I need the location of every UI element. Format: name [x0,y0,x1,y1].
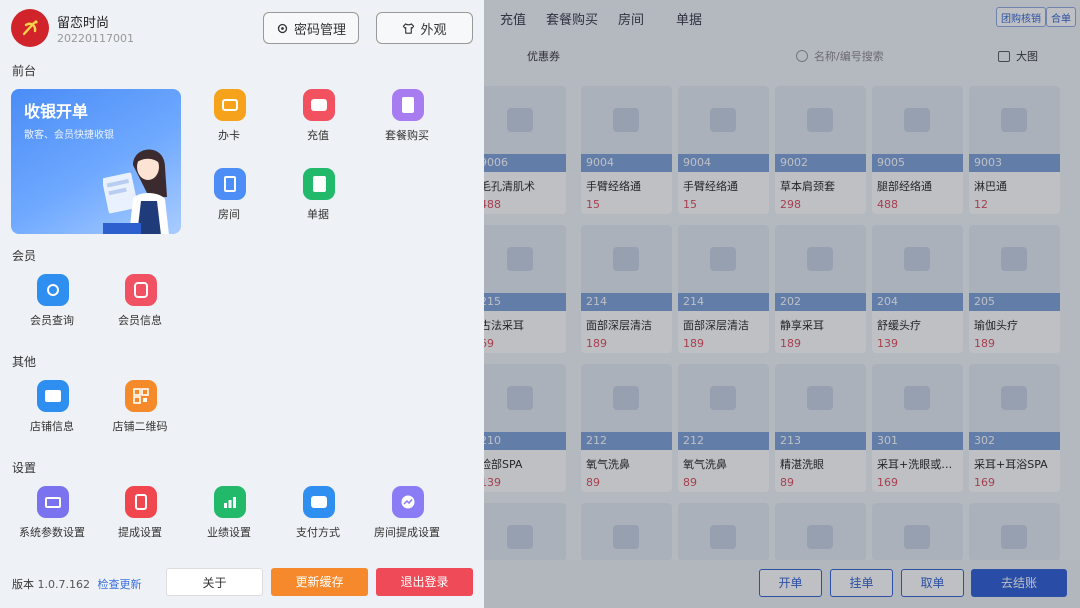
tile-member-info[interactable]: 会员信息 [95,274,185,344]
tile-label: 办卡 [218,129,240,142]
qrcode-glyph [133,388,149,404]
tile-recharge[interactable]: 充值 [273,89,363,159]
appearance-button[interactable]: 外观 [376,12,473,44]
bar-chart-glyph [224,497,236,508]
tile-commission-settings[interactable]: 提成设置 [95,486,185,556]
tile-package-purchase[interactable]: 套餐购买 [362,89,452,159]
section-title-member: 会员 [12,249,37,263]
cashier-subtitle: 散客、会员快捷收银 [24,130,114,141]
tile-label: 店铺信息 [30,420,74,433]
shop-id: 20220117001 [57,32,134,45]
version-info: 版本 1.0.7.162 检查更新 [12,576,141,592]
tile-label: 套餐购买 [385,129,429,142]
member-badge-icon [125,274,157,306]
appearance-label: 外观 [420,22,447,38]
drawer-header: 留恋时尚 20220117001 密码管理 外观 [0,0,484,56]
commission-icon [125,486,157,518]
tile-label: 店铺二维码 [112,420,168,433]
tile-shop-qrcode[interactable]: 店铺二维码 [95,380,185,450]
shop-logo [11,9,49,47]
trend-icon [392,486,424,518]
cashier-card[interactable]: 收银开单 散客、会员快捷收银 [11,89,181,234]
package-icon [392,89,424,121]
cashier-title: 收银开单 [24,102,89,121]
version-label: 版本 [12,578,34,591]
section-title-other: 其他 [12,355,37,369]
member-search-icon [37,274,69,306]
trend-glyph [401,495,415,509]
tile-label: 房间提成设置 [374,526,440,539]
section-title-front: 前台 [12,64,37,78]
tile-open-card[interactable]: 办卡 [184,89,274,159]
tile-room-commission-settings[interactable]: 房间提成设置 [362,486,452,556]
tile-member-search[interactable]: 会员查询 [7,274,97,344]
tile-bills[interactable]: 单据 [273,168,363,238]
building-icon [214,168,246,200]
tile-label: 提成设置 [118,526,162,539]
about-button[interactable]: 关于 [166,568,263,596]
tile-shop-info[interactable]: 店铺信息 [7,380,97,450]
tile-label: 业绩设置 [207,526,251,539]
side-drawer: 留恋时尚 20220117001 密码管理 外观 前台 收银开单 散客、会员快捷… [0,0,484,608]
logout-button[interactable]: 退出登录 [376,568,473,596]
document-icon [303,168,335,200]
tile-room[interactable]: 房间 [184,168,274,238]
tile-label: 充值 [307,129,329,142]
section-title-settings: 设置 [12,461,37,475]
tile-label: 系统参数设置 [19,526,85,539]
tile-label: 会员查询 [30,314,74,327]
password-management-label: 密码管理 [293,22,346,38]
tile-label: 单据 [307,208,329,221]
version-number: 1.0.7.162 [37,578,90,591]
store-icon [37,380,69,412]
wallet-icon [303,89,335,121]
gear-icon [277,23,288,33]
tile-performance-settings[interactable]: 业绩设置 [184,486,274,556]
payment-wallet-icon [303,486,335,518]
shop-name: 留恋时尚 [57,16,110,31]
tile-payment-methods[interactable]: 支付方式 [273,486,363,556]
drawer-footer: 版本 1.0.7.162 检查更新 关于 更新缓存 退出登录 [0,560,484,608]
card-icon [214,89,246,121]
tile-system-settings[interactable]: 系统参数设置 [7,486,97,556]
refresh-cache-button[interactable]: 更新缓存 [271,568,368,596]
emblem-icon [17,15,43,41]
bar-chart-icon [214,486,246,518]
tile-label: 支付方式 [296,526,340,539]
tile-label: 房间 [218,208,240,221]
tile-label: 会员信息 [118,314,162,327]
password-management-button[interactable]: 密码管理 [263,12,359,44]
cashier-illustration [103,149,169,234]
monitor-gear-icon [37,486,69,518]
shirt-icon [403,22,415,34]
check-update-link[interactable]: 检查更新 [97,578,141,591]
qrcode-icon [125,380,157,412]
